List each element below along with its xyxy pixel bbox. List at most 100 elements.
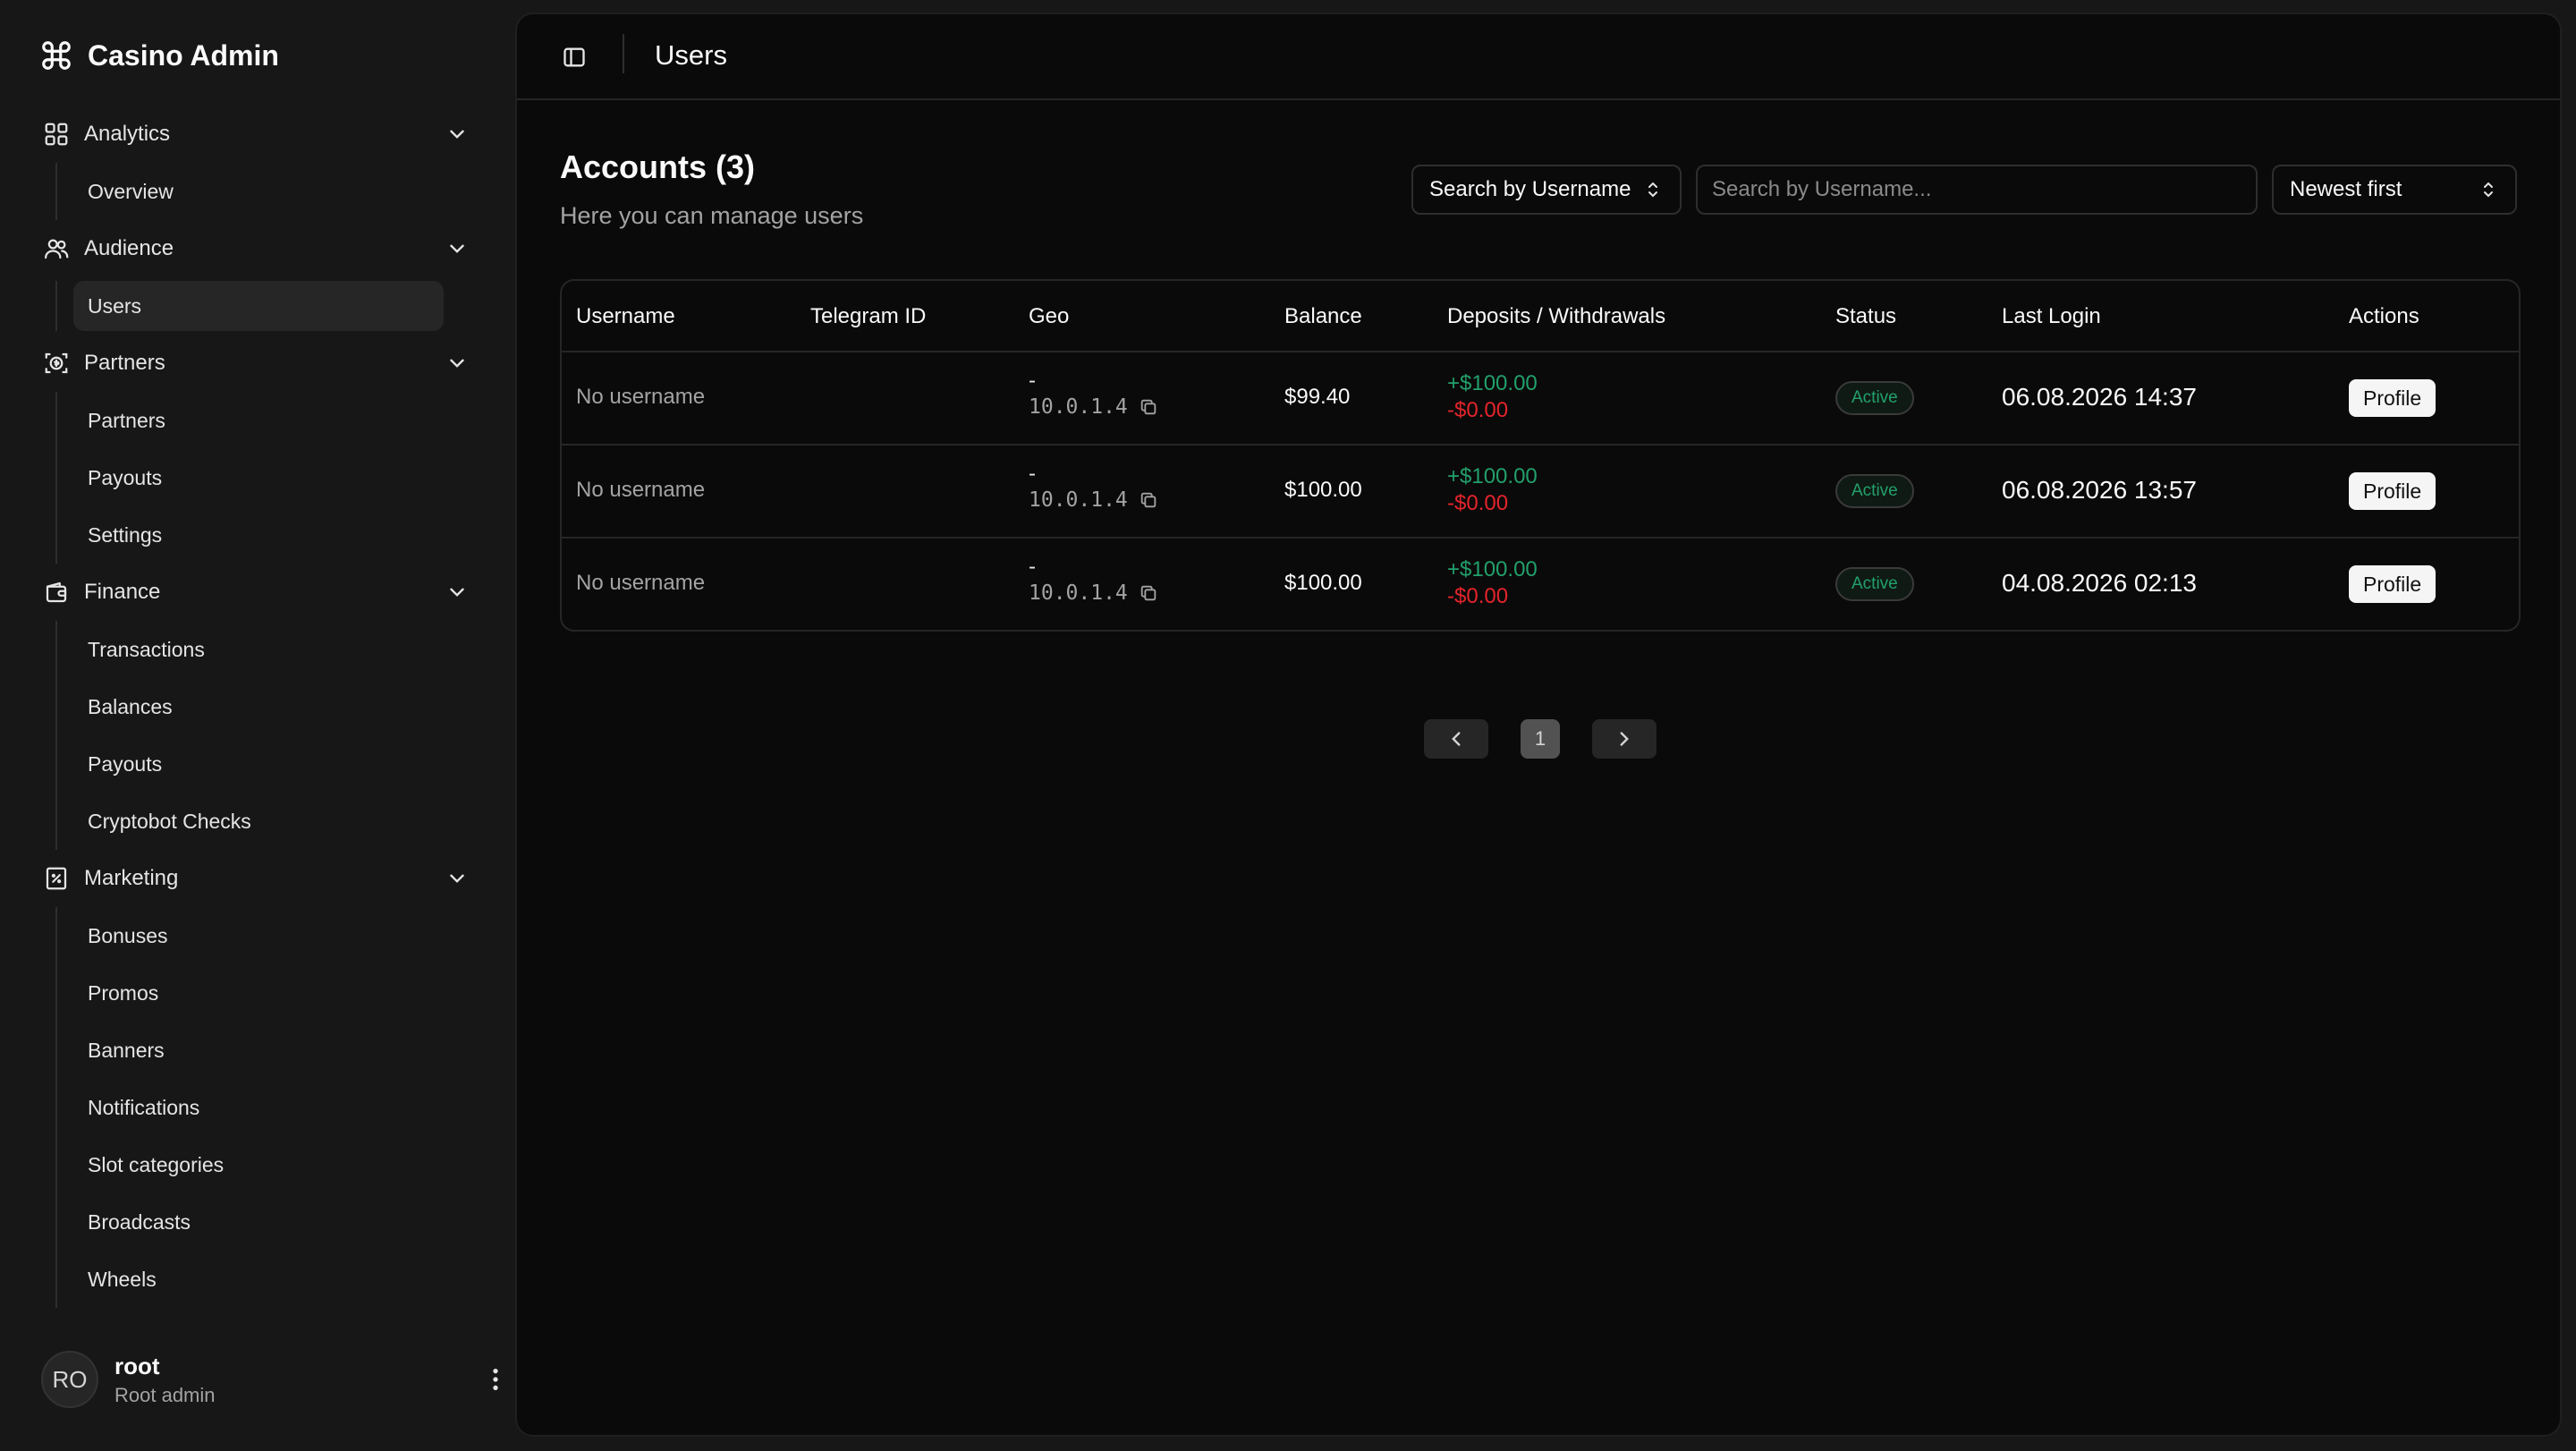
sidebar-nav: Analytics Overview Audience Users Partne… bbox=[0, 106, 515, 1308]
search-input[interactable] bbox=[1712, 177, 2240, 202]
geo-country: - bbox=[1029, 369, 1036, 393]
nav-group-label: Analytics bbox=[84, 122, 171, 146]
sidebar-item-balances[interactable]: Balances bbox=[73, 678, 444, 735]
table-row[interactable]: No username - 10.0.1.4 $100.00 +$100.00 … bbox=[562, 539, 2519, 630]
user-meta: root Root admin bbox=[114, 1353, 216, 1407]
partners-icon bbox=[45, 352, 68, 374]
status-badge: Active bbox=[1835, 567, 1914, 601]
command-icon bbox=[42, 41, 71, 70]
nav-group-label: Audience bbox=[84, 236, 174, 260]
cell-geo: - 10.0.1.4 bbox=[1029, 369, 1158, 419]
users-icon bbox=[45, 239, 69, 259]
geo-country: - bbox=[1029, 555, 1036, 579]
sidebar-item-wheels[interactable]: Wheels bbox=[73, 1251, 444, 1308]
nav-sub-audience: Users bbox=[55, 281, 515, 331]
users-table: Username Telegram ID Geo Balance Deposit… bbox=[560, 279, 2521, 632]
col-telegram-id: Telegram ID bbox=[810, 304, 927, 328]
nav-group-analytics[interactable]: Analytics bbox=[0, 106, 515, 163]
nav-group-audience[interactable]: Audience bbox=[0, 220, 515, 277]
geo-ip-value: 10.0.1.4 bbox=[1029, 395, 1128, 419]
cell-status: Active bbox=[1835, 474, 1914, 508]
grid-icon bbox=[45, 123, 68, 146]
nav-group-marketing[interactable]: Marketing bbox=[0, 850, 515, 907]
col-status: Status bbox=[1835, 304, 1897, 328]
status-badge: Active bbox=[1835, 474, 1914, 508]
cell-deposits-withdrawals: +$100.00 -$0.00 bbox=[1447, 370, 1538, 424]
status-badge: Active bbox=[1835, 381, 1914, 415]
topbar: Users bbox=[517, 14, 2560, 100]
sidebar-item-finance-payouts[interactable]: Payouts bbox=[73, 735, 444, 793]
cell-status: Active bbox=[1835, 381, 1914, 415]
pagination-page-button[interactable]: 1 bbox=[1521, 719, 1560, 759]
sidebar-item-users[interactable]: Users bbox=[73, 281, 444, 331]
nav-group-partners[interactable]: Partners bbox=[0, 335, 515, 392]
cell-status: Active bbox=[1835, 567, 1914, 601]
sidebar-item-partner-payouts[interactable]: Payouts bbox=[73, 449, 444, 506]
main-panel: Users Accounts (3) Here you can manage u… bbox=[515, 13, 2562, 1437]
sidebar-item-transactions[interactable]: Transactions bbox=[73, 621, 444, 678]
table-row[interactable]: No username - 10.0.1.4 $99.40 +$100.00 -… bbox=[562, 352, 2519, 445]
sidebar-item-overview[interactable]: Overview bbox=[73, 163, 444, 220]
geo-country: - bbox=[1029, 462, 1036, 486]
col-username: Username bbox=[576, 304, 675, 328]
sort-select[interactable]: Newest first bbox=[2272, 165, 2517, 215]
sidebar-item-promos[interactable]: Promos bbox=[73, 964, 444, 1022]
more-vertical-icon[interactable] bbox=[481, 1365, 510, 1394]
user-name: root bbox=[114, 1352, 160, 1379]
sidebar-item-banners[interactable]: Banners bbox=[73, 1022, 444, 1079]
copy-icon[interactable] bbox=[1139, 490, 1158, 510]
chevron-down-icon bbox=[450, 359, 464, 368]
avatar: RO bbox=[41, 1351, 98, 1408]
cell-deposits-withdrawals: +$100.00 -$0.00 bbox=[1447, 463, 1538, 517]
geo-ip-value: 10.0.1.4 bbox=[1029, 488, 1128, 512]
search-field-select[interactable]: Search by Username bbox=[1411, 165, 1682, 215]
profile-button[interactable]: Profile bbox=[2349, 565, 2436, 603]
sidebar-item-bonuses[interactable]: Bonuses bbox=[73, 907, 444, 964]
pagination-next-button[interactable] bbox=[1592, 719, 1657, 759]
nav-sub-partners: Partners Payouts Settings bbox=[55, 392, 515, 564]
cell-username: No username bbox=[576, 571, 706, 595]
profile-button[interactable]: Profile bbox=[2349, 379, 2436, 417]
cell-username: No username bbox=[576, 478, 706, 502]
chevrons-up-down-icon bbox=[1648, 182, 1657, 198]
cell-geo: - 10.0.1.4 bbox=[1029, 462, 1158, 512]
col-last-login: Last Login bbox=[2002, 304, 2101, 328]
sidebar-item-cryptobot-checks[interactable]: Cryptobot Checks bbox=[73, 793, 444, 850]
chevron-down-icon bbox=[450, 874, 464, 883]
cell-balance: $100.00 bbox=[1284, 478, 1362, 502]
col-deposits-withdrawals: Deposits / Withdrawals bbox=[1447, 304, 1666, 328]
sidebar-item-settings[interactable]: Settings bbox=[73, 506, 444, 564]
nav-group-label: Partners bbox=[84, 351, 165, 375]
user-role: Root admin bbox=[114, 1383, 216, 1406]
pagination-prev-button[interactable] bbox=[1424, 719, 1488, 759]
copy-icon[interactable] bbox=[1139, 583, 1158, 603]
col-balance: Balance bbox=[1284, 304, 1362, 328]
sidebar-toggle-icon[interactable] bbox=[562, 45, 587, 70]
sidebar-item-broadcasts[interactable]: Broadcasts bbox=[73, 1193, 444, 1251]
sidebar-item-partners[interactable]: Partners bbox=[73, 392, 444, 449]
cell-balance: $99.40 bbox=[1284, 385, 1351, 409]
withdrawals-value: -$0.00 bbox=[1447, 584, 1509, 608]
copy-icon[interactable] bbox=[1139, 397, 1158, 417]
search-input-wrap bbox=[1696, 165, 2258, 215]
accounts-heading: Accounts (3) bbox=[560, 148, 756, 185]
page-title: Users bbox=[655, 39, 727, 71]
sidebar-item-slot-categories[interactable]: Slot categories bbox=[73, 1136, 444, 1193]
nav-group-finance[interactable]: Finance bbox=[0, 564, 515, 621]
col-geo: Geo bbox=[1029, 304, 1070, 328]
geo-ip-value: 10.0.1.4 bbox=[1029, 581, 1128, 605]
chevron-down-icon bbox=[450, 130, 464, 139]
user-card[interactable]: RO root Root admin bbox=[41, 1351, 498, 1408]
profile-button[interactable]: Profile bbox=[2349, 472, 2436, 510]
withdrawals-value: -$0.00 bbox=[1447, 398, 1509, 422]
brand[interactable]: Casino Admin bbox=[39, 34, 279, 77]
table-row[interactable]: No username - 10.0.1.4 $100.00 +$100.00 … bbox=[562, 445, 2519, 539]
nav-sub-analytics: Overview bbox=[55, 163, 515, 220]
chevrons-up-down-icon bbox=[2484, 182, 2493, 198]
table-header: Username Telegram ID Geo Balance Deposit… bbox=[562, 281, 2519, 352]
search-field-select-value: Search by Username bbox=[1429, 177, 1631, 201]
deposits-value: +$100.00 bbox=[1447, 464, 1538, 488]
sidebar-item-notifications[interactable]: Notifications bbox=[73, 1079, 444, 1136]
nav-group-label: Finance bbox=[84, 580, 161, 604]
geo-ip: 10.0.1.4 bbox=[1029, 488, 1158, 512]
